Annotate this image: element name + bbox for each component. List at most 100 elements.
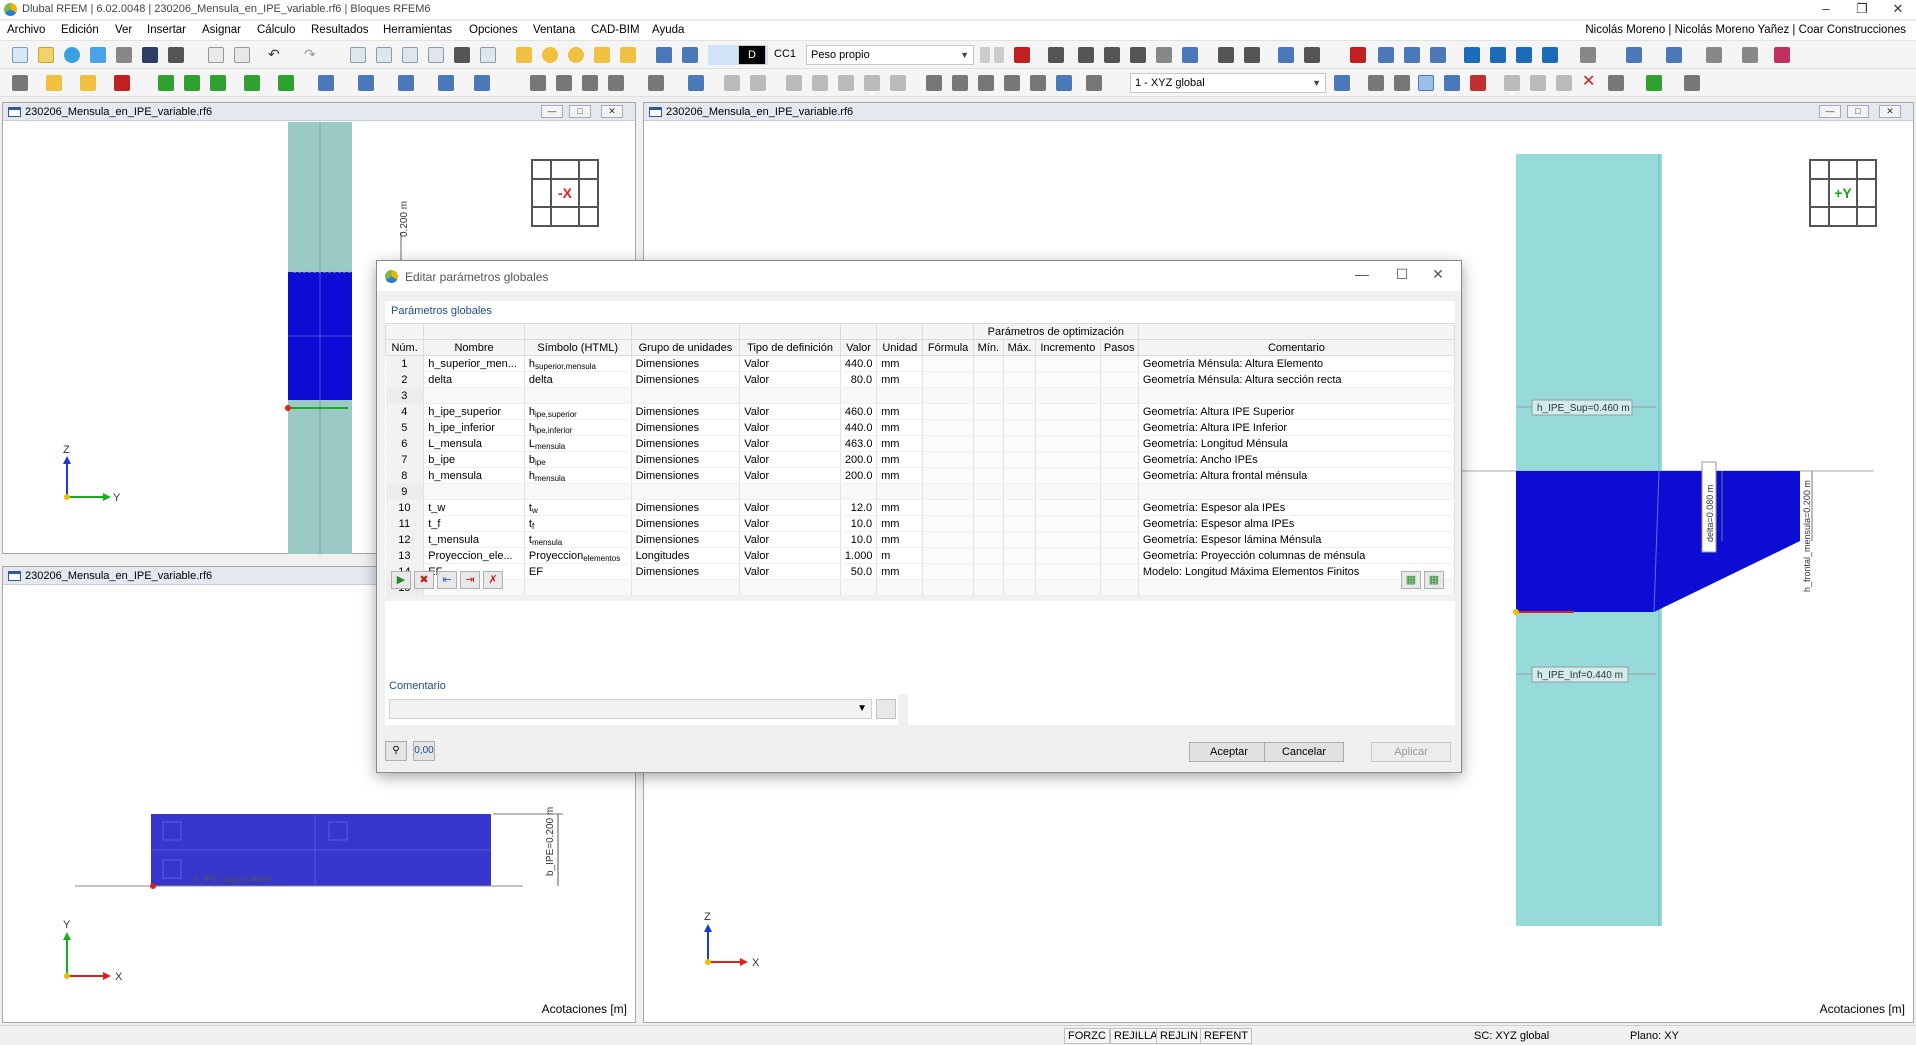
- min-cell[interactable]: [973, 483, 1004, 500]
- unit-cell[interactable]: mm: [876, 435, 924, 452]
- view-cube[interactable]: +Y: [1809, 159, 1877, 227]
- value-cell[interactable]: 463.0: [840, 435, 878, 452]
- table-row[interactable]: 1 h_superior_men... hsuperior,mensula Dimen…: [385, 355, 1456, 372]
- workplane-icon[interactable]: [1056, 75, 1072, 91]
- row-number-cell[interactable]: 3: [385, 387, 425, 404]
- menu-insertar[interactable]: Insertar: [147, 24, 186, 36]
- parameters-table[interactable]: Parámetros de optimización Núm. Nombre S…: [384, 323, 1456, 596]
- comment-cell[interactable]: [1138, 387, 1456, 404]
- toggle-refent[interactable]: REFENT: [1200, 1028, 1252, 1044]
- next-lc-icon[interactable]: [994, 47, 1004, 63]
- draw-icon[interactable]: [1684, 75, 1700, 91]
- increment-cell[interactable]: [1035, 499, 1101, 516]
- increment-cell[interactable]: [1035, 371, 1101, 388]
- render-icon[interactable]: [1580, 47, 1596, 63]
- scale-icon[interactable]: [438, 75, 454, 91]
- member-icon[interactable]: [80, 75, 96, 91]
- definition-type-cell[interactable]: Valor: [739, 451, 841, 468]
- angle-icon[interactable]: [516, 47, 532, 63]
- save-icon[interactable]: [142, 47, 158, 63]
- toggle-rejilla[interactable]: REJILLA: [1110, 1028, 1162, 1044]
- row-number-cell[interactable]: 9: [385, 483, 425, 500]
- guide-icon[interactable]: [838, 75, 854, 91]
- unit-cell[interactable]: [876, 483, 924, 500]
- support-icon[interactable]: [1048, 47, 1064, 63]
- table-row[interactable]: 5 h_ipe_inferior hipe,inferior Dimensiones V…: [385, 419, 1456, 436]
- list-icon[interactable]: [480, 47, 496, 63]
- undo-icon[interactable]: ↶: [268, 47, 284, 63]
- col-pasos[interactable]: Pasos: [1099, 339, 1139, 356]
- steps-cell[interactable]: [1100, 467, 1139, 484]
- node-icon[interactable]: [12, 75, 28, 91]
- parameters-table-body[interactable]: 1 h_superior_men... hsuperior,mensula Dimen…: [385, 355, 1456, 596]
- ucs-icon[interactable]: [1334, 75, 1350, 91]
- formula-cell[interactable]: [922, 483, 974, 500]
- toggle-forzc[interactable]: FORZC: [1064, 1028, 1110, 1044]
- col-nombre[interactable]: Nombre: [423, 339, 525, 356]
- row-number-cell[interactable]: 13: [385, 547, 425, 564]
- visibility-icon[interactable]: [1774, 47, 1790, 63]
- lock-icon[interactable]: [1504, 75, 1520, 91]
- formula-cell[interactable]: [922, 355, 974, 372]
- snap-icon[interactable]: [682, 47, 698, 63]
- open-folder-icon[interactable]: [38, 47, 54, 63]
- formula-cell[interactable]: [922, 387, 974, 404]
- unit-cell[interactable]: mm: [876, 531, 924, 548]
- target-icon[interactable]: [568, 47, 584, 63]
- line-load-icon[interactable]: [1218, 47, 1234, 63]
- pan-icon[interactable]: [594, 47, 610, 63]
- definition-type-cell[interactable]: Valor: [739, 419, 841, 436]
- col-max[interactable]: Máx.: [1002, 339, 1037, 356]
- unit-cell[interactable]: mm: [876, 467, 924, 484]
- new-model-icon[interactable]: [12, 47, 28, 63]
- unit-group-cell[interactable]: Dimensiones: [631, 499, 741, 516]
- table-row[interactable]: 3: [385, 387, 1456, 404]
- delete-row-icon[interactable]: ✖: [414, 571, 434, 589]
- line-icon[interactable]: [46, 75, 62, 91]
- steps-cell[interactable]: [1100, 515, 1139, 532]
- value-cell[interactable]: 10.0: [840, 531, 878, 548]
- document-icon[interactable]: [234, 47, 250, 63]
- vp-maximize-button[interactable]: □: [569, 105, 591, 118]
- steps-cell[interactable]: [1100, 547, 1139, 564]
- surface-icon[interactable]: [114, 75, 130, 91]
- max-cell[interactable]: [1003, 451, 1037, 468]
- value-cell[interactable]: 460.0: [840, 403, 878, 420]
- accept-button[interactable]: Aceptar: [1189, 742, 1269, 762]
- note-icon[interactable]: [864, 75, 880, 91]
- close-button[interactable]: ✕: [1880, 0, 1916, 20]
- name-cell[interactable]: L_mensula: [423, 435, 525, 452]
- comment-cell[interactable]: Geometría: Proyección columnas de ménsul…: [1138, 547, 1456, 564]
- steps-cell[interactable]: [1100, 419, 1139, 436]
- value-cell[interactable]: 12.0: [840, 499, 878, 516]
- extend-icon[interactable]: [530, 75, 546, 91]
- delete-results-icon[interactable]: [1350, 47, 1366, 63]
- steps-cell[interactable]: [1100, 355, 1139, 372]
- unit-cell[interactable]: mm: [876, 403, 924, 420]
- link-icon[interactable]: [1530, 75, 1546, 91]
- increment-cell[interactable]: [1035, 387, 1101, 404]
- unit-cell[interactable]: mm: [876, 371, 924, 388]
- block-icon[interactable]: [724, 75, 740, 91]
- load-case-select[interactable]: Peso propio ▼: [806, 45, 974, 65]
- unit-cell[interactable]: mm: [876, 499, 924, 516]
- row-number-cell[interactable]: 7: [385, 451, 425, 468]
- name-cell[interactable]: h_ipe_superior: [423, 403, 525, 420]
- frame-icon[interactable]: [620, 47, 636, 63]
- max-cell[interactable]: [1003, 403, 1037, 420]
- symbol-cell[interactable]: tmensula: [524, 531, 632, 548]
- comment-cell[interactable]: Geometría: Altura frontal ménsula: [1138, 467, 1456, 484]
- merge-icon[interactable]: [582, 75, 598, 91]
- section-view-icon[interactable]: [1666, 47, 1682, 63]
- table-row[interactable]: 7 b_ipe bipe Dimensiones Valor 200.0 mm Geometr…: [385, 451, 1456, 468]
- row-number-cell[interactable]: 1: [385, 355, 425, 372]
- comment-cell[interactable]: Geometría: Longitud Ménsula: [1138, 435, 1456, 452]
- calc-icon[interactable]: [1278, 47, 1294, 63]
- unit-group-cell[interactable]: [631, 387, 741, 404]
- menu-herramientas[interactable]: Herramientas: [383, 24, 452, 36]
- definition-type-cell[interactable]: [739, 483, 841, 500]
- menu-ayuda[interactable]: Ayuda: [652, 24, 684, 36]
- increment-cell[interactable]: [1035, 515, 1101, 532]
- unit-group-cell[interactable]: Dimensiones: [631, 371, 741, 388]
- loads-icon[interactable]: [1130, 47, 1146, 63]
